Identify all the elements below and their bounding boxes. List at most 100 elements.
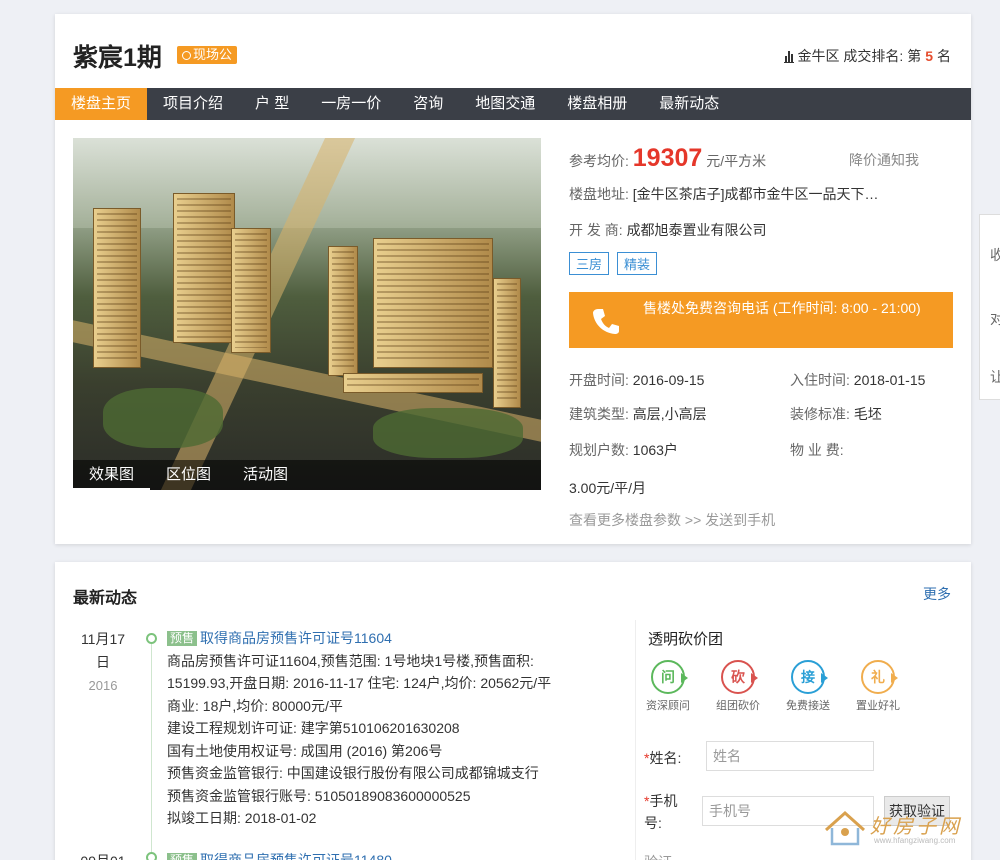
arrow-separator: >> [684,512,702,528]
send-to-phone-link[interactable]: 发送到手机 [705,512,775,528]
rendering-podium [343,373,483,393]
tab-rendering[interactable]: 效果图 [73,460,151,490]
name-input[interactable]: 姓名 [706,741,874,771]
consultant-icon: 问 [651,660,688,694]
building-rendering-image[interactable]: 效果图 区位图 活动图 [73,138,541,490]
name-field-label: *姓名: [644,748,681,768]
address-label: 楼盘地址: [569,186,629,202]
group-bargain-service[interactable]: 砍 组团砍价 [714,660,762,713]
consultant-caption: 资深顾问 [646,700,690,712]
tag-three-bedroom[interactable]: 三房 [569,252,610,275]
property-fee-value: 3.00元/平/月 [569,480,647,496]
house-logo-icon [824,810,866,846]
nav-item-consult[interactable]: 咨询 [397,88,459,120]
news-date-month-day: 11月17 [80,631,126,647]
timeline-line [151,636,152,860]
more-params-link[interactable]: 查看更多楼盘参数 [569,512,681,528]
nav-item-intro[interactable]: 项目介绍 [147,88,239,120]
main-nav: 楼盘主页 项目介绍 户 型 一房一价 咨询 地图交通 楼盘相册 最新动态 [55,88,971,120]
phone-field-label: *手机 号: [644,790,677,834]
move-in-value: 2018-01-15 [853,372,926,388]
developer-value: 成都旭泰置业有限公司 [626,222,767,238]
shuttle-icon: 接 [791,660,828,694]
nav-item-map[interactable]: 地图交通 [459,88,551,120]
address-row: 楼盘地址: [金牛区茶店子]成都市金牛区一品天下… [569,184,879,204]
nav-item-unit-prices[interactable]: 一房一价 [305,88,397,120]
feature-tags: 三房 精装 [569,252,665,275]
sidebar-char: 收 [990,247,1000,263]
nav-item-floorplans[interactable]: 户 型 [239,88,305,120]
news-line: 预售资金监管银行: 中国建设银行股份有限公司成都锦城支行 [167,765,539,781]
news-more-link[interactable]: 更多 [923,584,951,604]
households-label: 规划户数: [569,442,629,458]
clock-icon [182,50,191,60]
address-value[interactable]: [金牛区茶店子]成都市金牛区一品天下… [633,186,879,202]
price-value: 19307 [632,144,703,172]
tag-furnished[interactable]: 精装 [617,252,658,275]
badge-label: 现场公 [193,47,233,62]
more-params-row: 查看更多楼盘参数 >> 发送到手机 [569,510,775,530]
free-shuttle-service[interactable]: 接 免费接送 [784,660,832,713]
watermark-url: www.hfangziwang.com [874,836,956,845]
shuttle-caption: 免费接送 [786,700,830,712]
bargain-caption: 组团砍价 [716,700,760,712]
rendering-tower [93,208,141,368]
name-label: 姓名: [649,750,682,766]
rendering-tower [373,238,493,368]
site-watermark: 好房子网 www.hfangziwang.com [822,806,982,852]
news-line: 建设工程规划许可证: 建字第510106201630208 [167,720,460,736]
tab-location-map[interactable]: 区位图 [150,460,227,490]
price-alert-link[interactable]: 降价通知我 [849,150,919,170]
news-line: 商业: 18户,均价: 80000元/平 [167,697,343,714]
photo-tabs: 效果图 区位图 活动图 [73,460,541,490]
rendering-trees [373,408,523,458]
service-icons: 问 资深顾问 砍 组团砍价 接 免费接送 礼 置业好礼 [644,660,902,713]
sidebar-char: 对 [990,311,1000,327]
news-date: 09月01 [73,850,133,860]
rendering-tower [493,278,521,408]
news-headline[interactable]: 取得商品房预售许可证号11480 [200,852,392,860]
rendering-trees [103,388,223,448]
news-item: 预售 取得商品房预售许可证号11480 [167,849,617,860]
consultant-service[interactable]: 问 资深顾问 [644,660,692,713]
decoration-label: 装修标准: [790,406,850,422]
news-line: 拟竣工日期: 2018-01-02 [167,810,317,826]
news-date-month-day: 09月01 [73,850,133,860]
timeline-dot [146,633,157,644]
property-fee-label: 物 业 费: [790,442,844,458]
decoration-row: 装修标准: 毛坯 [790,404,882,424]
nav-item-album[interactable]: 楼盘相册 [551,88,643,120]
verify-label: 验证 [644,852,672,860]
news-date: 11月17 日 2016 [73,628,133,697]
gift-service[interactable]: 礼 置业好礼 [854,660,902,713]
floating-sidebar[interactable]: 收 对 让 [979,214,1000,400]
building-type-label: 建筑类型: [569,406,629,422]
gift-caption: 置业好礼 [856,700,900,712]
rendering-tower [328,246,358,376]
rank-prefix: 金牛区 成交排名: 第 [797,48,922,64]
sales-hotline-banner[interactable]: 售楼处免费咨询电话 (工作时间: 8:00 - 21:00) [569,292,953,348]
phone-icon [593,309,619,334]
page-title: 紫宸1期 [73,44,162,72]
news-headline[interactable]: 取得商品房预售许可证号11604 [200,630,392,646]
move-in-row: 入住时间: 2018-01-15 [790,370,925,390]
news-line: 预售资金监管银行账号: 51050189083600000525 [167,787,471,804]
open-date-label: 开盘时间: [569,372,629,388]
property-fee-row: 物 业 费: [790,440,844,460]
building-type-row: 建筑类型: 高层,小高层 [569,404,707,424]
open-date-row: 开盘时间: 2016-09-15 [569,370,704,390]
households-row: 规划户数: 1063户 [569,440,678,460]
tab-event-photos[interactable]: 活动图 [227,460,304,490]
nav-item-home[interactable]: 楼盘主页 [55,88,148,120]
news-line: 商品房预售许可证11604,预售范围: 1号地块1号楼,预售面积: [167,652,534,669]
price-label: 参考均价: [569,153,629,169]
news-kind-badge: 预售 [167,853,198,860]
nav-item-news[interactable]: 最新动态 [643,88,735,120]
on-site-badge[interactable]: 现场公 [177,46,238,64]
news-date-day-suffix: 日 [96,654,110,670]
building-overview-card: 紫宸1期 现场公 金牛区 成交排名: 第5名 楼盘主页 项目介绍 户 型 一房一… [55,14,971,544]
rendering-tower [173,193,235,343]
decoration-value: 毛坯 [853,406,882,422]
bargain-icon: 砍 [721,660,758,694]
hotline-text: 售楼处免费咨询电话 (工作时间: 8:00 - 21:00) [643,300,921,316]
